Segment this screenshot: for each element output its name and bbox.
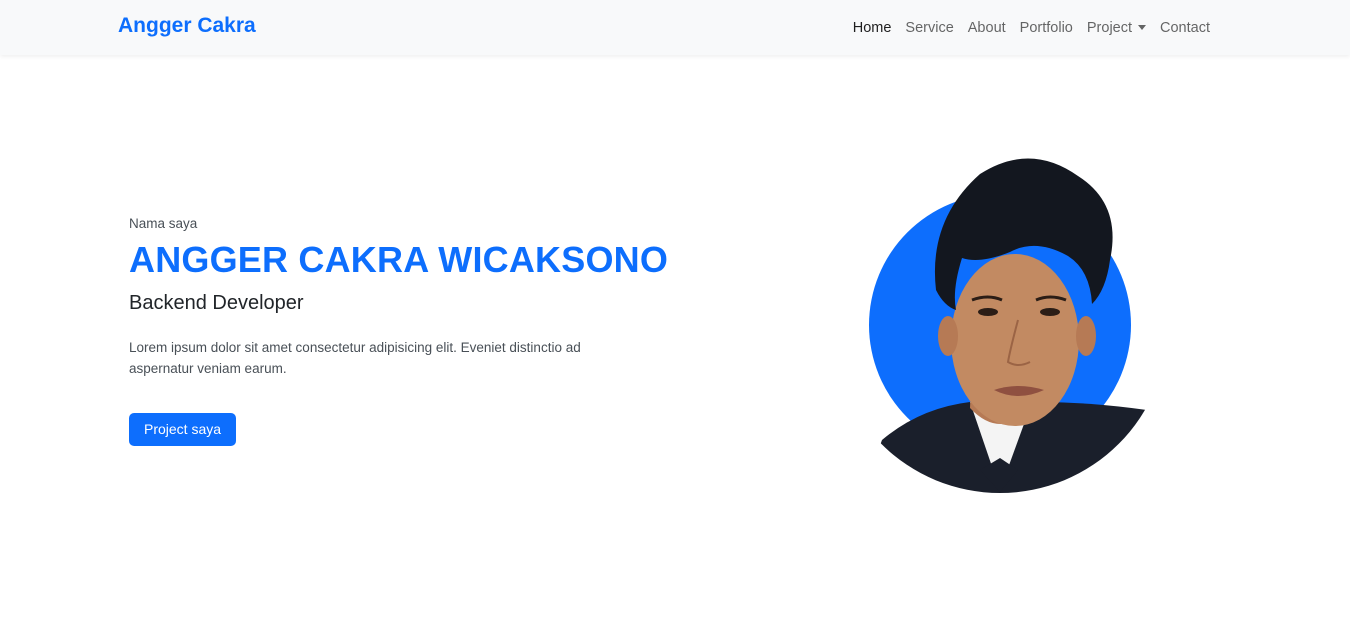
nav-link-home[interactable]: Home [846,20,899,36]
profile-photo [860,140,1170,500]
navbar: Angger Cakra Home Service About Portfoli… [0,0,1350,55]
nav-link-service[interactable]: Service [898,20,960,36]
hero-section: Nama saya ANGGER CAKRA WICAKSONO Backend… [129,216,669,446]
nav-link-contact[interactable]: Contact [1153,20,1217,36]
nav-link-portfolio[interactable]: Portfolio [1013,20,1080,36]
nav-link-about[interactable]: About [961,20,1013,36]
hero-eyebrow: Nama saya [129,216,198,231]
nav-link-project-label: Project [1086,19,1133,36]
hero-role: Backend Developer [129,292,304,314]
hero-name: ANGGER CAKRA WICAKSONO [129,239,669,280]
brand-logo[interactable]: Angger Cakra [118,14,256,38]
profile-photo-illustration [860,158,1168,493]
nav-links: Home Service About Portfolio Project Con… [846,0,1217,55]
nav-dropdown-project[interactable]: Project [1080,20,1153,36]
project-button[interactable]: Project saya [129,413,237,446]
caret-down-icon [1138,25,1147,30]
hero-description: Lorem ipsum dolor sit amet consectetur a… [129,340,581,376]
